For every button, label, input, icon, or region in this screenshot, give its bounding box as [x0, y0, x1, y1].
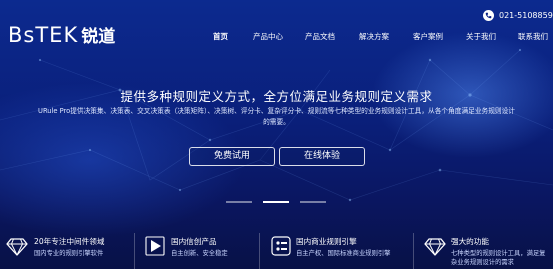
- logo-brand: BsTEK: [8, 22, 79, 47]
- feature-title: 国内商业规则引擎: [296, 237, 357, 246]
- nav-item-products[interactable]: 产品中心: [253, 31, 283, 42]
- hero-description-line2: 的需要。: [263, 118, 290, 126]
- nav-item-about[interactable]: 关于我们: [466, 31, 496, 42]
- feature-divider: [259, 233, 260, 269]
- nav-item-cases[interactable]: 客户案例: [413, 31, 443, 42]
- diamond-icon: [424, 238, 446, 256]
- site-header: BsTEK 锐道 021-51088590 首页 产品中心 产品文档 解决方案 …: [0, 0, 553, 68]
- hero-headline: 提供多种规则定义方式，全方位满足业务规则定义需求: [120, 89, 433, 104]
- play-arrow-icon: [145, 236, 165, 256]
- logo-brand-cn: 锐道: [81, 27, 116, 47]
- feature-subtitle: 自主创新、安全稳定: [171, 250, 228, 257]
- contact-phone: 021-51088590: [483, 10, 553, 21]
- free-trial-button[interactable]: 免费试用: [189, 147, 275, 166]
- feature-divider: [134, 233, 135, 269]
- feature-item-commercial: 国内商业规则引擎 自主产权、国际标准商业规则引擎: [270, 225, 415, 269]
- feature-strip: 20年专注中间件领域 国内专业的规则引擎软件 国内信创产品 自主创新、安全稳定 …: [0, 225, 553, 269]
- phone-number: 021-51088590: [499, 11, 553, 20]
- carousel-dot-2[interactable]: [263, 201, 289, 203]
- nav-item-solutions[interactable]: 解决方案: [359, 31, 389, 42]
- phone-icon: [483, 10, 494, 21]
- feature-divider: [413, 233, 414, 269]
- hero-description: URule Pro提供决策集、决策表、交叉决策表（决策矩阵）、决策树、评分卡、复…: [0, 106, 553, 128]
- nav-item-contact[interactable]: 联系我们: [518, 31, 548, 42]
- feature-item-experience: 20年专注中间件领域 国内专业的规则引擎软件: [6, 225, 136, 269]
- hero-banner: BsTEK 锐道 021-51088590 首页 产品中心 产品文档 解决方案 …: [0, 0, 553, 269]
- feature-title: 国内信创产品: [171, 237, 217, 246]
- feature-subtitle: 自主产权、国际标准商业规则引擎: [296, 250, 391, 257]
- app-grid-icon: [271, 236, 291, 256]
- feature-item-powerful: 强大的功能 七种类型的规则设计工具，满足复杂业务规则设计的需求: [424, 225, 553, 269]
- online-demo-button[interactable]: 在线体验: [279, 147, 365, 166]
- brand-logo[interactable]: BsTEK 锐道: [8, 22, 116, 48]
- carousel-dot-3[interactable]: [300, 201, 326, 203]
- feature-title: 20年专注中间件领域: [34, 237, 105, 246]
- hero-description-line1: URule Pro提供决策集、决策表、交叉决策表（决策矩阵）、决策树、评分卡、复…: [38, 107, 515, 115]
- feature-subtitle: 国内专业的规则引擎软件: [34, 250, 104, 257]
- nav-item-docs[interactable]: 产品文档: [305, 31, 335, 42]
- feature-subtitle: 七种类型的规则设计工具，满足复杂业务规则设计的需求: [451, 250, 546, 266]
- nav-item-home[interactable]: 首页: [213, 31, 228, 42]
- carousel-dot-1[interactable]: [226, 201, 252, 203]
- feature-title: 强大的功能: [451, 237, 489, 246]
- diamond-icon: [6, 238, 28, 256]
- feature-item-xinchuang: 国内信创产品 自主创新、安全稳定: [145, 225, 265, 269]
